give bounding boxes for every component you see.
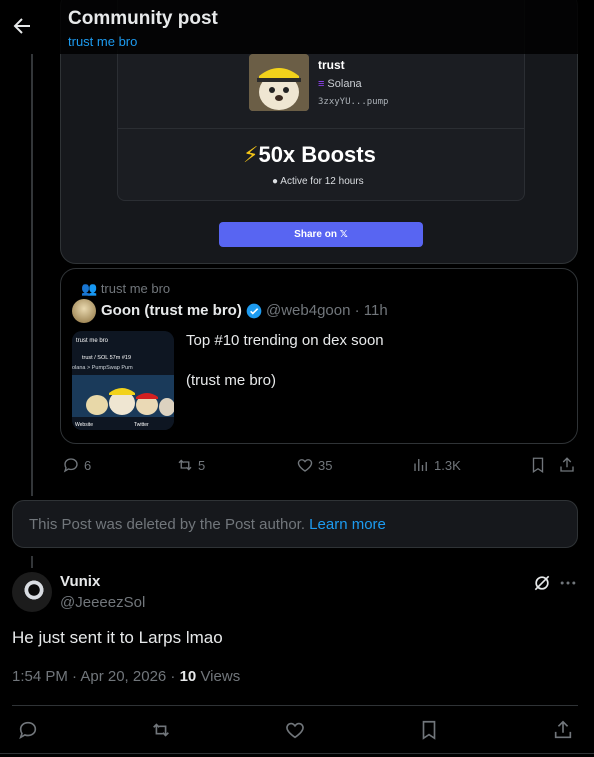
divider — [0, 753, 594, 754]
avatar[interactable] — [12, 572, 52, 612]
heart-icon[interactable] — [284, 719, 306, 741]
boost-title-label: 50x Boosts — [258, 142, 376, 167]
like-button[interactable]: 35 — [296, 456, 332, 474]
bookmark-icon[interactable] — [418, 719, 440, 741]
like-count: 35 — [318, 457, 333, 473]
quoted-text-line: (trust me bro) — [186, 372, 277, 389]
divider — [12, 705, 578, 706]
boost-duration: ● Active for 12 hours — [272, 176, 364, 187]
token-chain: ≡ Solana — [318, 78, 362, 90]
back-arrow-icon[interactable] — [10, 14, 34, 38]
views-number: 10 — [179, 668, 197, 685]
repost-button[interactable]: 5 — [176, 456, 205, 474]
views-label: Views — [196, 668, 241, 685]
top-bar: Community post trust me bro — [0, 0, 594, 54]
author-name[interactable]: Goon (trust me bro) — [101, 302, 242, 319]
thumb-line2: olana > PumpSwap Pum — [72, 365, 133, 371]
token-image — [249, 54, 309, 111]
community-label: 👥 trust me bro — [81, 281, 170, 297]
share-icon — [560, 457, 574, 472]
lightning-icon: ⚡ — [243, 142, 259, 167]
repost-icon[interactable] — [150, 719, 172, 741]
verified-badge-icon — [246, 303, 262, 319]
thumb-line1: trust / SOL 57m #19 — [82, 355, 131, 361]
share-icon[interactable] — [552, 719, 574, 741]
reply-count: 6 — [84, 457, 92, 473]
views-count: 1.3K — [434, 457, 461, 473]
token-address: 3zxyYU...pump — [318, 97, 389, 107]
heart-icon — [297, 459, 313, 472]
thumb-title: trust me bro — [76, 338, 109, 344]
token-chain-label: Solana — [327, 78, 362, 90]
reply-icon — [63, 458, 78, 473]
avatar[interactable] — [72, 299, 96, 323]
repost-count: 5 — [198, 457, 206, 473]
share-label: Share on — [294, 229, 337, 240]
token-name: trust — [318, 58, 345, 72]
quoted-text-line: Top #10 trending on dex soon — [186, 332, 384, 349]
bookmark-icon — [532, 457, 544, 474]
repost-icon — [178, 459, 192, 471]
solana-icon: ≡ — [318, 78, 325, 90]
quoted-media-thumbnail[interactable]: trust me bro trust / SOL 57m #19 olana >… — [72, 331, 174, 430]
deleted-text: This Post was deleted by the Post author… — [29, 516, 305, 533]
author-handle[interactable]: @JeeeezSol — [60, 594, 145, 611]
author-name[interactable]: Vunix — [60, 573, 100, 590]
boost-title: ⚡50x Boosts — [243, 142, 376, 168]
grok-icon[interactable] — [532, 573, 552, 593]
thumb-website: Website — [75, 422, 93, 428]
learn-more-link[interactable]: Learn more — [309, 516, 386, 533]
post-meta: 1:54 PM · Apr 20, 2026 · 10 Views — [12, 668, 240, 685]
more-options-icon[interactable] — [558, 573, 578, 593]
bookmark-button[interactable] — [529, 456, 547, 474]
reply-button[interactable]: 6 — [62, 456, 91, 474]
share-on-x-button[interactable]: Share on 𝕏 — [219, 222, 423, 247]
boost-duration-label: Active for 12 hours — [280, 176, 364, 187]
views-icon — [414, 459, 427, 471]
thread-line — [31, 556, 33, 568]
share-button[interactable] — [558, 456, 576, 474]
post-text: He just sent it to Larps lmao — [12, 628, 223, 647]
deleted-post-notice: This Post was deleted by the Post author… — [12, 500, 578, 548]
author-handle[interactable]: @web4goon · 11h — [266, 302, 388, 319]
community-link[interactable]: trust me bro — [68, 34, 137, 49]
x-logo-icon: 𝕏 — [339, 229, 348, 240]
community-label-text: trust me bro — [100, 281, 171, 296]
people-icon: 👥 — [81, 281, 101, 296]
reply-icon[interactable] — [17, 719, 39, 741]
thumb-twitter: Twitter — [134, 422, 149, 428]
divider — [117, 128, 525, 129]
views-button[interactable]: 1.3K — [412, 456, 461, 474]
post-timestamp[interactable]: 1:54 PM · Apr 20, 2026 · — [12, 668, 180, 685]
thread-line — [31, 54, 33, 496]
page-title: Community post — [68, 8, 218, 29]
